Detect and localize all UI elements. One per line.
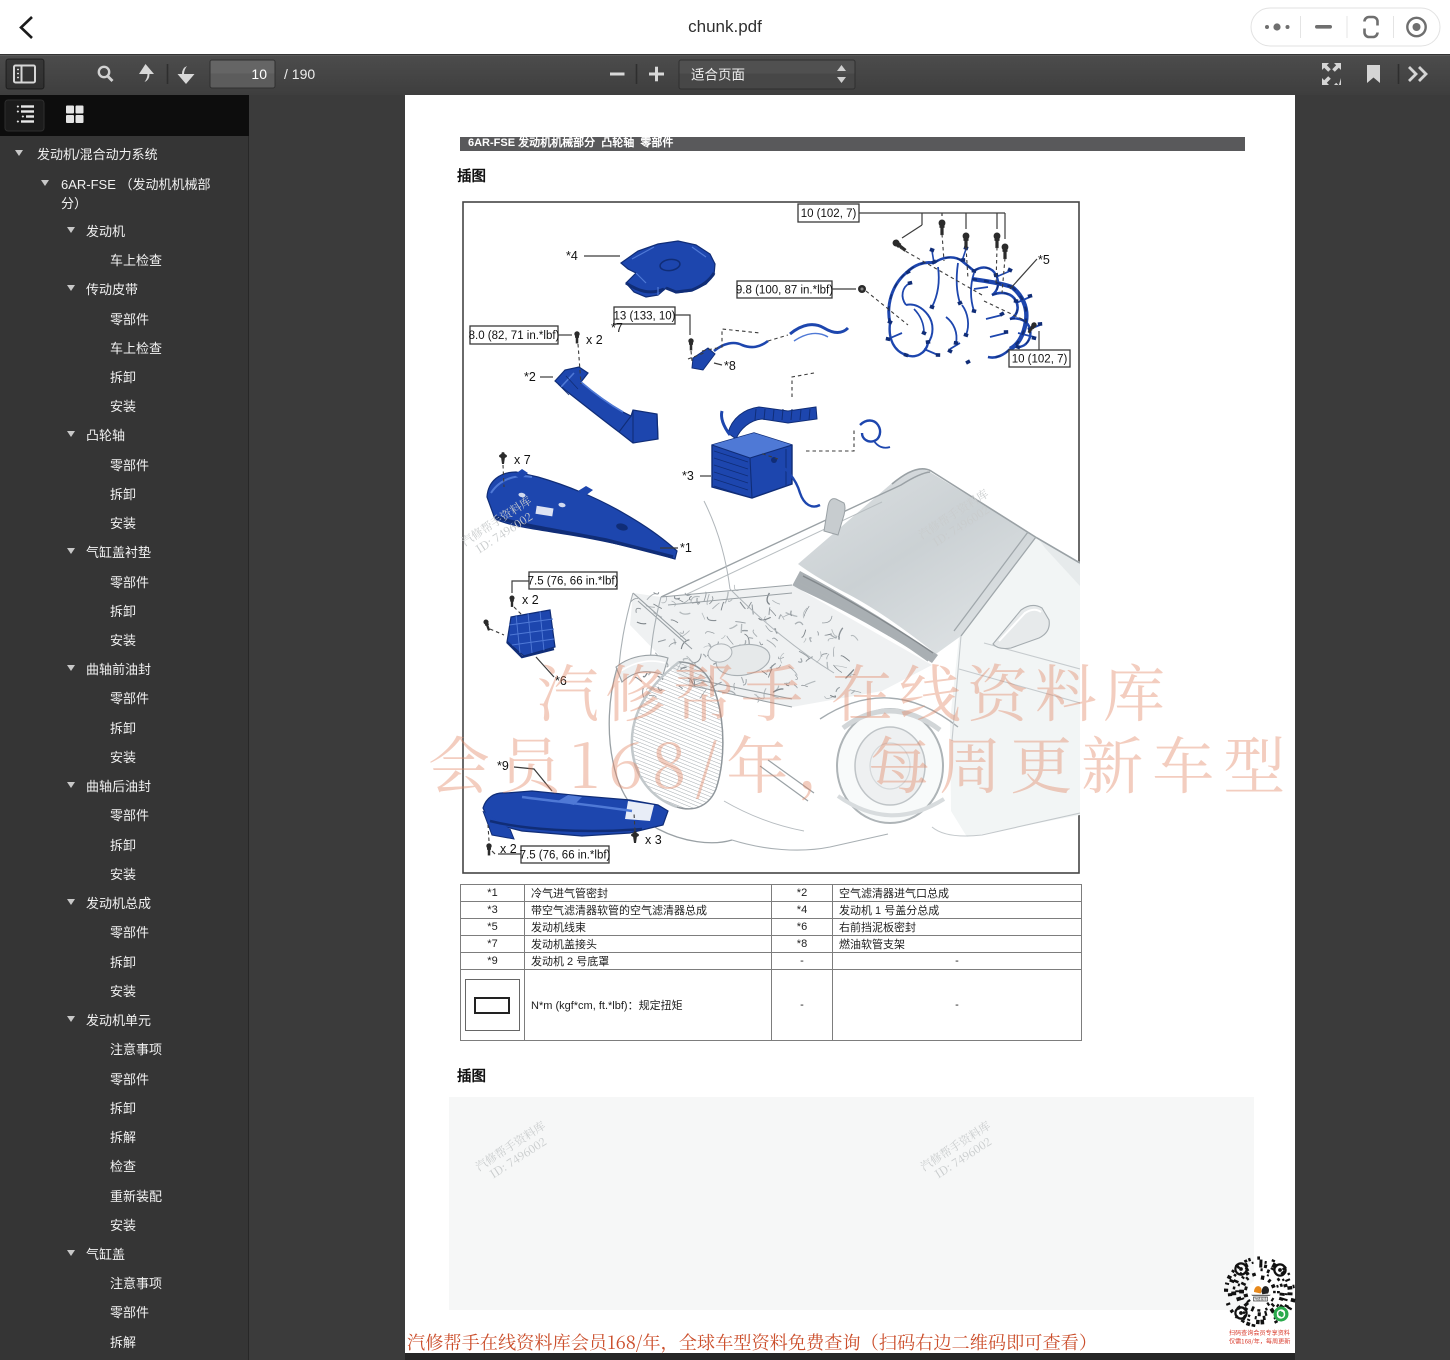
svg-text:仅需168/年，每周更新: 仅需168/年，每周更新 bbox=[1229, 1337, 1290, 1346]
svg-text:*1: *1 bbox=[680, 541, 692, 555]
svg-text:7.5 (76, 66 in.*lbf): 7.5 (76, 66 in.*lbf) bbox=[520, 850, 611, 862]
svg-text:9.8 (100, 87 in.*lbf): 9.8 (100, 87 in.*lbf) bbox=[736, 285, 833, 297]
svg-text:10 (102, 7): 10 (102, 7) bbox=[1012, 354, 1068, 366]
svg-text:*8: *8 bbox=[724, 359, 736, 373]
svg-text:7.5 (76, 66 in.*lbf): 7.5 (76, 66 in.*lbf) bbox=[528, 576, 619, 588]
svg-text:汽修帮手: 汽修帮手 bbox=[1254, 1296, 1268, 1301]
svg-text:x 3: x 3 bbox=[645, 833, 662, 847]
svg-text:10 (102, 7): 10 (102, 7) bbox=[801, 208, 857, 220]
svg-text:适合页面: 适合页面 bbox=[691, 68, 745, 83]
svg-text:x 7: x 7 bbox=[514, 453, 531, 467]
svg-text:x 2: x 2 bbox=[500, 842, 517, 856]
svg-text:*2: *2 bbox=[524, 370, 536, 384]
svg-text:/ 190: / 190 bbox=[284, 66, 315, 82]
svg-text:x 2: x 2 bbox=[586, 333, 603, 347]
svg-text:8.0 (82, 71 in.*lbf): 8.0 (82, 71 in.*lbf) bbox=[469, 330, 560, 342]
svg-text:*7: *7 bbox=[611, 321, 623, 335]
svg-text:x 2: x 2 bbox=[522, 593, 539, 607]
svg-text:*3: *3 bbox=[682, 469, 694, 483]
svg-text:10: 10 bbox=[251, 66, 267, 82]
svg-text:*5: *5 bbox=[1038, 253, 1050, 267]
svg-text:*4: *4 bbox=[566, 249, 578, 263]
